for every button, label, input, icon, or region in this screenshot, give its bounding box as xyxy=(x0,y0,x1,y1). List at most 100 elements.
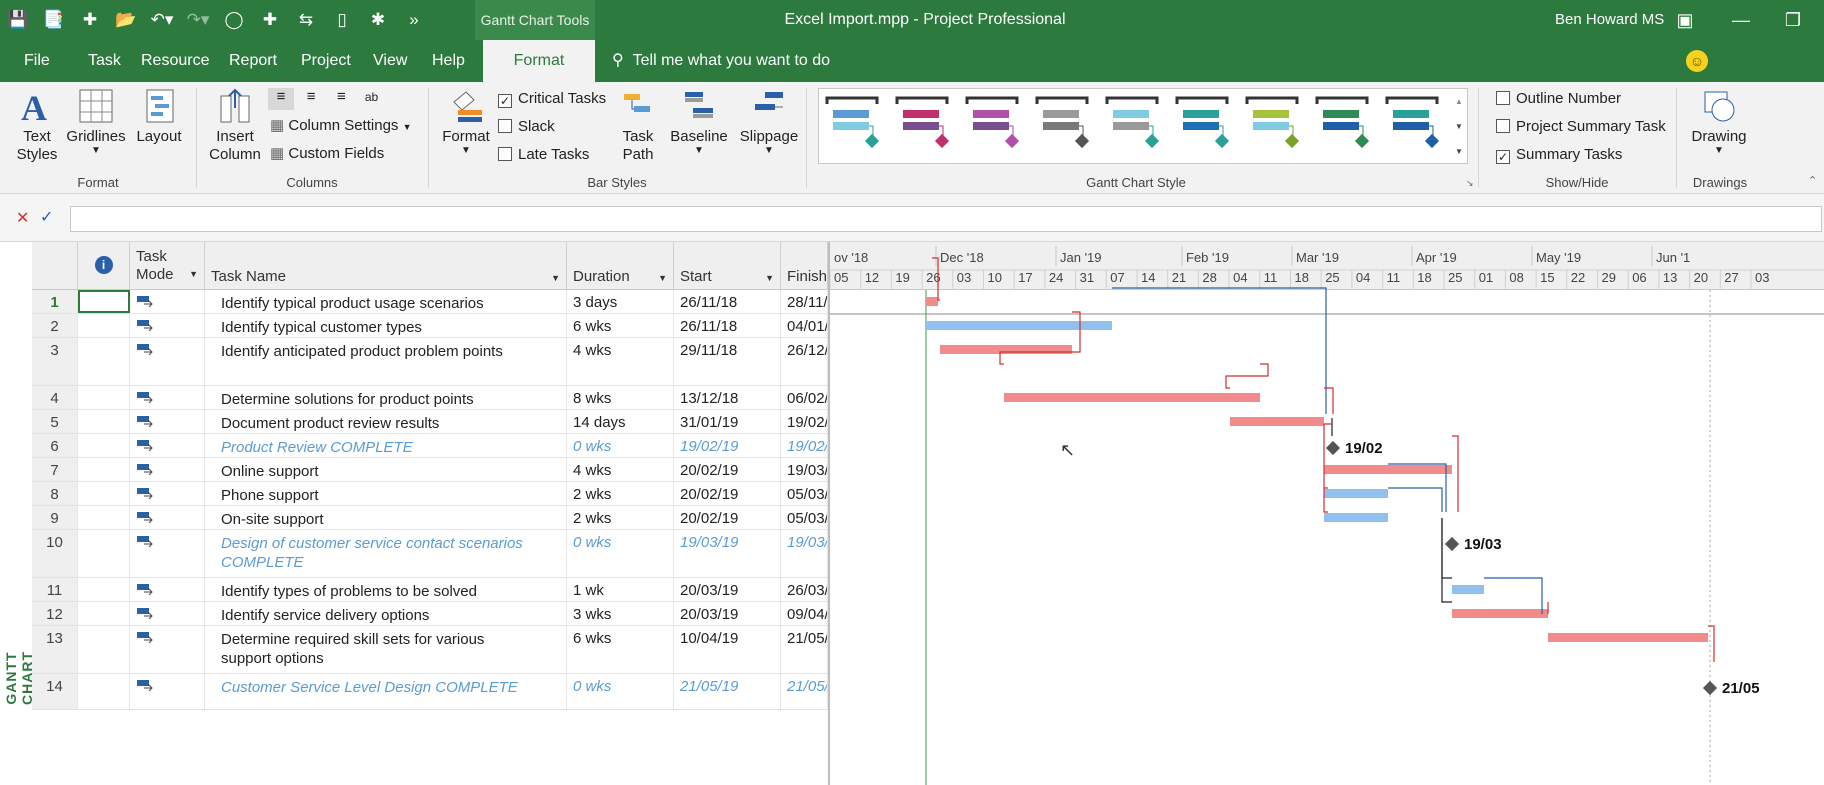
table-row[interactable]: 7 Online support 4 wks 20/02/19 19/03/ xyxy=(32,458,828,482)
start-cell[interactable]: 26/11/18 xyxy=(674,290,781,313)
table-row[interactable]: 6 Product Review COMPLETE 0 wks 19/02/19 19/… xyxy=(32,434,828,458)
minimize-icon[interactable]: — xyxy=(1716,0,1766,40)
table-row[interactable]: 3 Identify anticipated product problem po… xyxy=(32,338,828,386)
row-number[interactable]: 5 xyxy=(32,410,78,433)
chevron-down-icon[interactable]: ▼ xyxy=(658,273,667,283)
start-cell[interactable]: 20/02/19 xyxy=(674,506,781,529)
indicators-cell[interactable] xyxy=(78,410,130,433)
more-icon[interactable]: » xyxy=(396,10,432,30)
start-cell[interactable]: 19/03/19 xyxy=(674,530,781,577)
start-cell[interactable]: 20/02/19 xyxy=(674,458,781,481)
gantt-style-gallery[interactable]: ▲ ▼ ▼ xyxy=(818,88,1468,164)
entry-input[interactable] xyxy=(70,206,1822,232)
row-number[interactable]: 2 xyxy=(32,314,78,337)
table-row[interactable]: 9 On-site support 2 wks 20/02/19 05/03/ xyxy=(32,506,828,530)
table-row[interactable]: 14 Customer Service Level Design COMPLETE… xyxy=(32,674,828,710)
indicators-cell[interactable] xyxy=(78,506,130,529)
checkbox-unchecked[interactable] xyxy=(1496,119,1510,133)
slippage-button[interactable]: Slippage ▼ xyxy=(736,88,802,156)
gantt-style-swatch[interactable] xyxy=(1175,94,1233,158)
row-number[interactable]: 12 xyxy=(32,602,78,625)
task-path-button[interactable]: Task Path xyxy=(614,88,662,164)
start-header[interactable]: Start ▼ xyxy=(674,242,781,290)
row-number[interactable]: 7 xyxy=(32,458,78,481)
column-settings-button[interactable]: ▦ Column Settings ▼ xyxy=(270,116,412,134)
duration-cell[interactable]: 0 wks xyxy=(567,434,674,457)
finish-cell[interactable]: 19/02/ xyxy=(781,434,828,457)
table-row[interactable]: 12 Identify service delivery options 3 wks… xyxy=(32,602,828,626)
finish-cell[interactable]: 21/05/ xyxy=(781,626,828,673)
start-cell[interactable]: 29/11/18 xyxy=(674,338,781,385)
gantt-style-swatch[interactable] xyxy=(1315,94,1373,158)
duration-cell[interactable]: 14 days xyxy=(567,410,674,433)
task-name-cell[interactable]: Design of customer service contact scena… xyxy=(205,530,567,577)
duration-header[interactable]: Duration ▼ xyxy=(567,242,674,290)
tab-view[interactable]: View xyxy=(373,40,407,82)
row-number[interactable]: 6 xyxy=(32,434,78,457)
start-cell[interactable]: 20/03/19 xyxy=(674,602,781,625)
indicators-cell[interactable] xyxy=(78,458,130,481)
finish-cell[interactable]: 04/01/ xyxy=(781,314,828,337)
finish-cell[interactable]: 09/04/ xyxy=(781,602,828,625)
critical-tasks-checkbox[interactable]: ✓ Critical Tasks xyxy=(498,90,606,108)
tab-file[interactable]: File xyxy=(24,40,50,82)
checkbox-checked[interactable]: ✓ xyxy=(498,94,512,108)
row-number[interactable]: 11 xyxy=(32,578,78,601)
indicators-cell[interactable] xyxy=(78,338,130,385)
align-center-icon[interactable]: ≡ xyxy=(298,88,324,105)
sheet-icon[interactable]: ▯ xyxy=(324,10,360,30)
task-name-cell[interactable]: Identify typical product usage scenarios xyxy=(205,290,567,313)
duration-cell[interactable]: 4 wks xyxy=(567,338,674,385)
table-row[interactable]: 4 Determine solutions for product points 8… xyxy=(32,386,828,410)
task-name-cell[interactable]: On-site support xyxy=(205,506,567,529)
task-mode-cell[interactable] xyxy=(130,386,205,409)
duration-cell[interactable]: 6 wks xyxy=(567,626,674,673)
task-mode-cell[interactable] xyxy=(130,506,205,529)
finish-cell[interactable]: 19/03/ xyxy=(781,458,828,481)
table-row[interactable]: 1 Identify typical product usage scenario… xyxy=(32,290,828,314)
cancel-icon[interactable]: ✕ xyxy=(16,208,29,228)
task-name-cell[interactable]: Determine required skill sets for variou… xyxy=(205,626,567,673)
bar-format-button[interactable]: Format ▼ xyxy=(440,88,492,156)
chevron-down-icon[interactable]: ▼ xyxy=(765,273,774,283)
start-cell[interactable]: 20/03/19 xyxy=(674,578,781,601)
layout-button[interactable]: Layout xyxy=(132,88,186,145)
indicators-cell[interactable] xyxy=(78,290,130,313)
open-icon[interactable]: 📂 xyxy=(108,10,144,30)
gantt-style-swatch[interactable] xyxy=(1035,94,1093,158)
confirm-icon[interactable]: ✓ xyxy=(40,207,53,227)
align-left-icon[interactable]: ≡ xyxy=(268,88,294,110)
task-mode-cell[interactable] xyxy=(130,290,205,313)
task-name-cell[interactable]: Product Review COMPLETE xyxy=(205,434,567,457)
indicators-cell[interactable] xyxy=(78,602,130,625)
row-number[interactable]: 4 xyxy=(32,386,78,409)
checkbox-checked[interactable]: ✓ xyxy=(1496,150,1510,164)
gantt-style-swatch[interactable] xyxy=(1385,94,1443,158)
project-summary-task-checkbox[interactable]: Project Summary Task xyxy=(1496,118,1666,135)
select-all-corner[interactable] xyxy=(32,242,78,290)
gantt-style-swatch[interactable] xyxy=(1245,94,1303,158)
tab-format[interactable]: Format xyxy=(483,40,595,82)
start-cell[interactable]: 31/01/19 xyxy=(674,410,781,433)
gantt-style-swatch[interactable] xyxy=(965,94,1023,158)
tab-task[interactable]: Task xyxy=(88,40,121,82)
indicators-cell[interactable] xyxy=(78,386,130,409)
tab-help[interactable]: Help xyxy=(432,40,465,82)
task-name-cell[interactable]: Identify service delivery options xyxy=(205,602,567,625)
task-mode-cell[interactable] xyxy=(130,410,205,433)
task-mode-cell[interactable] xyxy=(130,434,205,457)
align-right-icon[interactable]: ≡ xyxy=(328,88,354,105)
baseline-button[interactable]: Baseline ▼ xyxy=(668,88,730,156)
indicators-cell[interactable] xyxy=(78,626,130,673)
indicators-cell[interactable] xyxy=(78,314,130,337)
task-name-cell[interactable]: Online support xyxy=(205,458,567,481)
tab-report[interactable]: Report xyxy=(229,40,277,82)
tell-me-search[interactable]: ⚲ Tell me what you want to do xyxy=(612,40,830,82)
drawing-button[interactable]: Drawing ▼ xyxy=(1686,88,1752,156)
task-mode-cell[interactable] xyxy=(130,314,205,337)
outline-number-checkbox[interactable]: Outline Number xyxy=(1496,90,1621,107)
table-row[interactable]: 11 Identify types of problems to be solve… xyxy=(32,578,828,602)
task-mode-cell[interactable] xyxy=(130,626,205,673)
duration-cell[interactable]: 3 days xyxy=(567,290,674,313)
checkbox-unchecked[interactable] xyxy=(498,147,512,161)
